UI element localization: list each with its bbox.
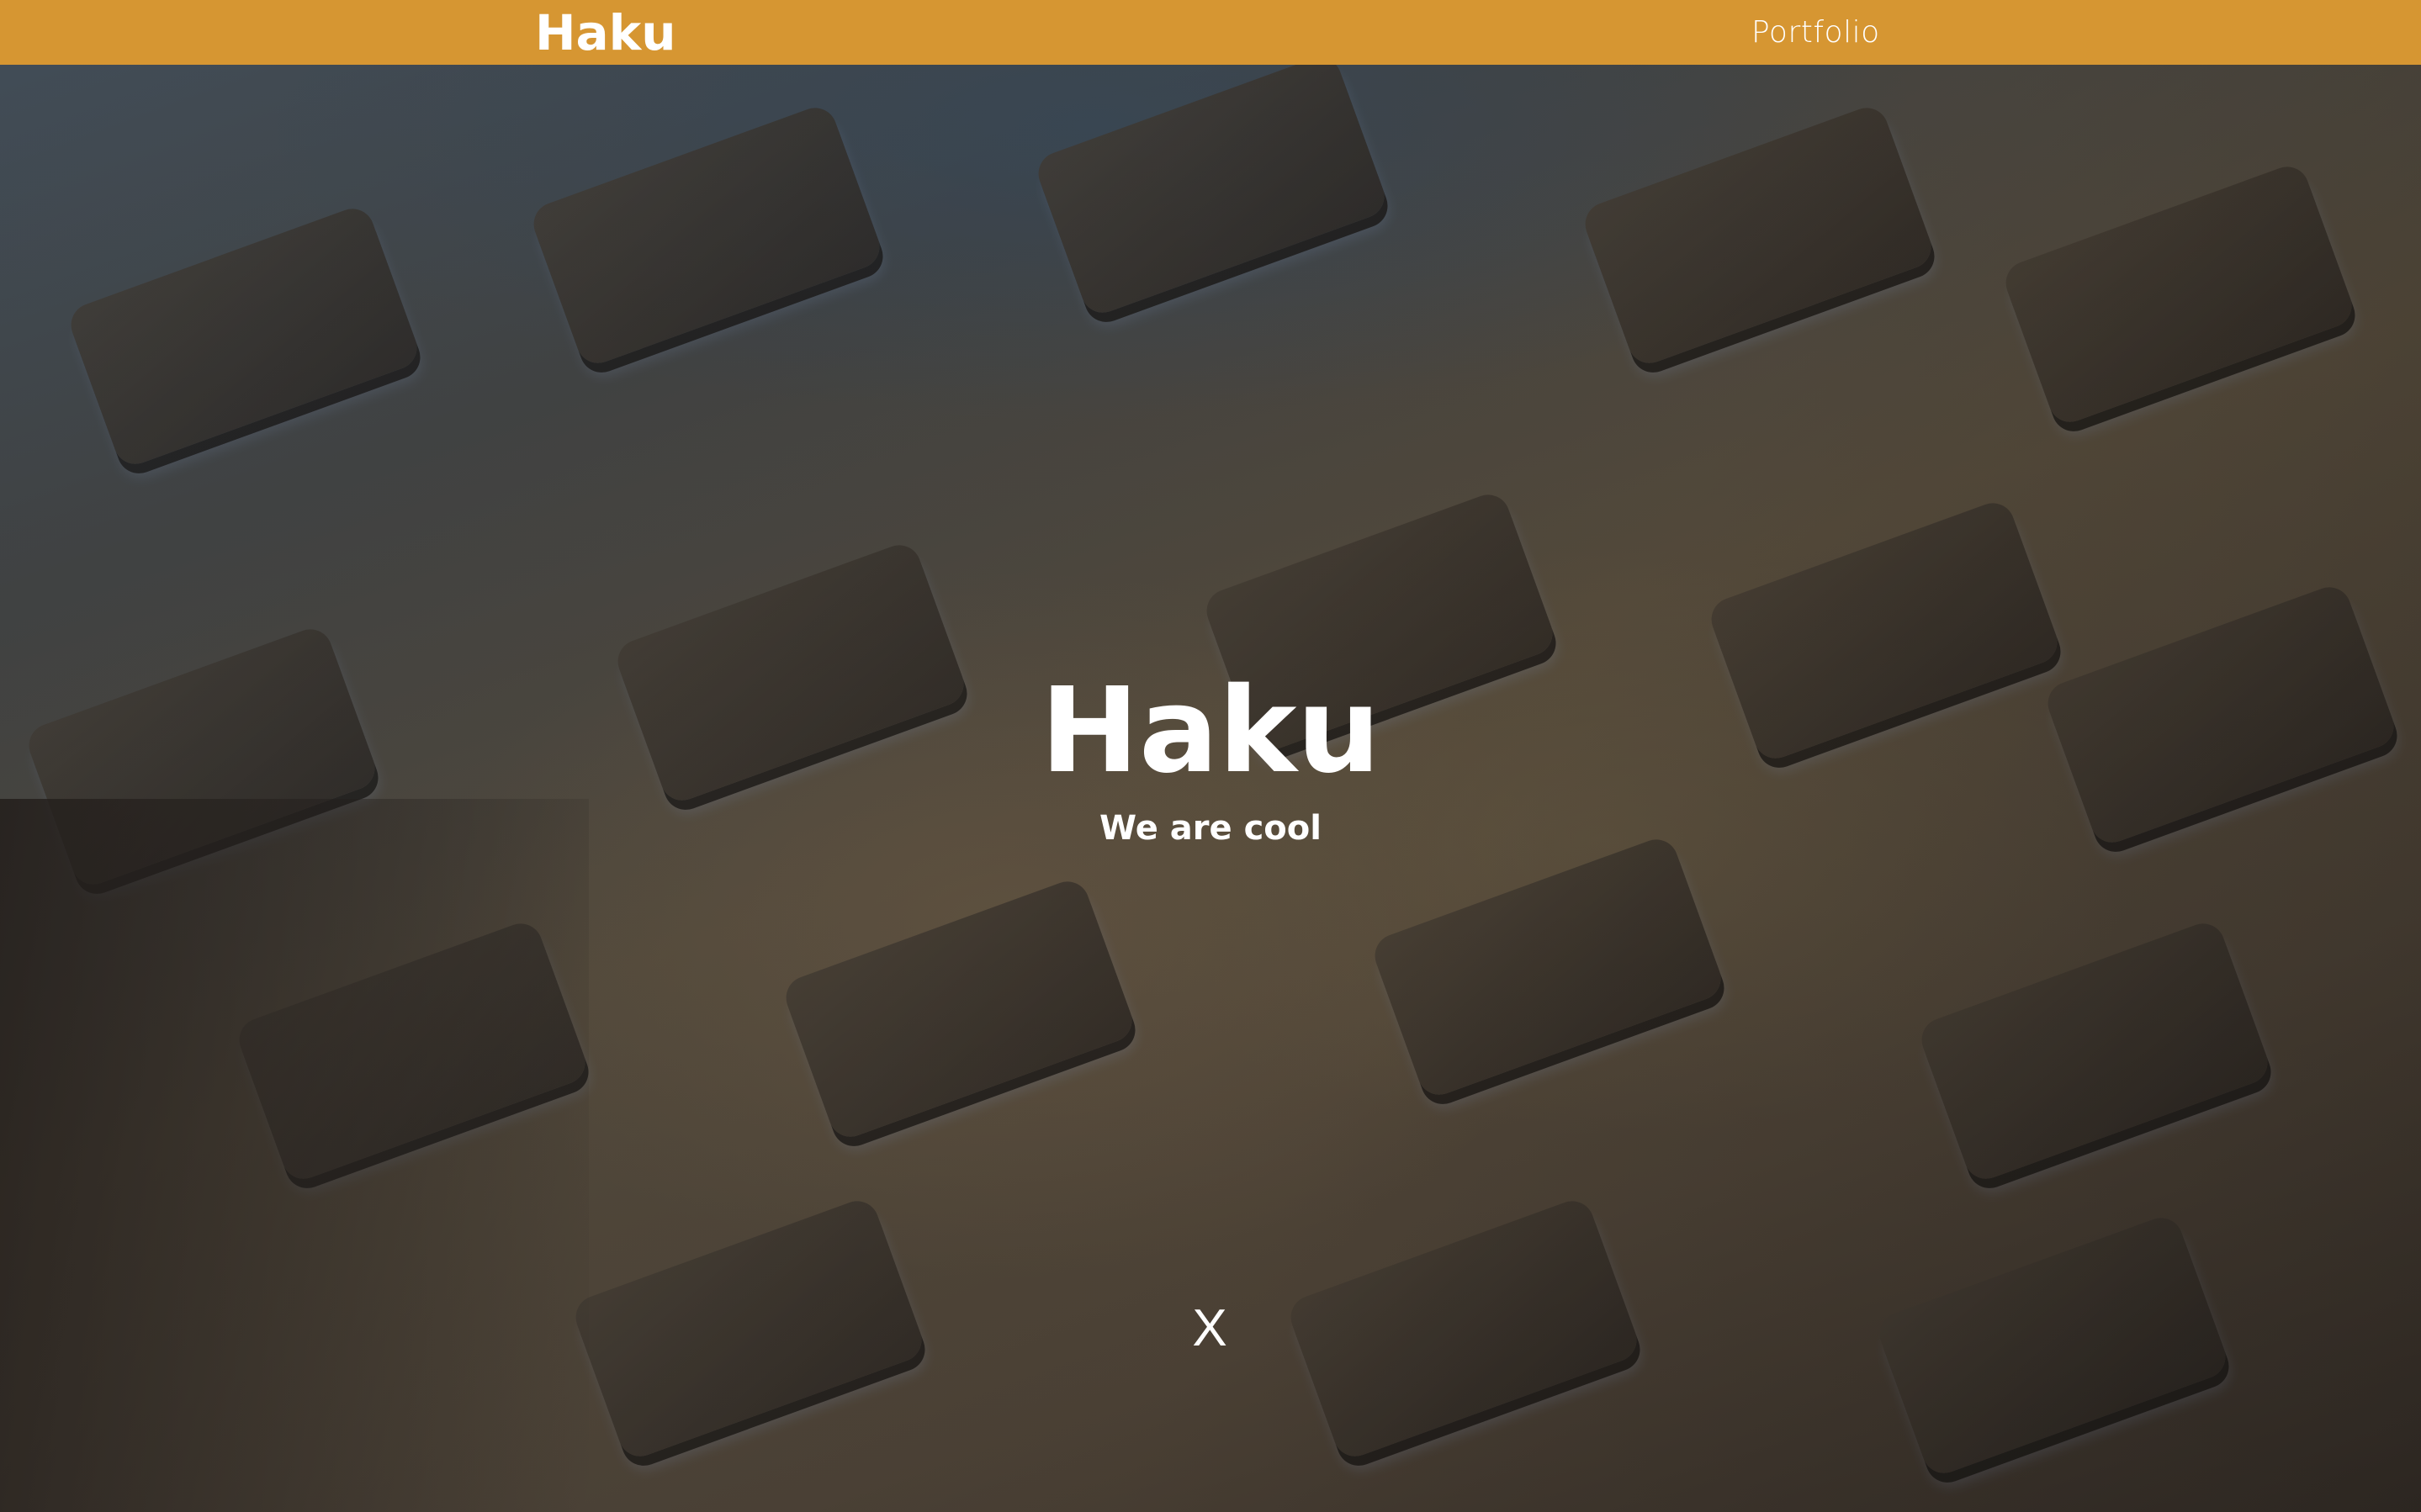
hero-subtitle: We are cool [1099,809,1322,848]
navbar: Haku Portfolio [0,0,2421,65]
nav-link-portfolio[interactable]: Portfolio [1751,12,1880,54]
shadow [0,799,589,1512]
hero-title: Haku [1040,663,1381,800]
logo[interactable]: Haku [535,2,676,64]
close-button[interactable]: X [1184,1299,1235,1358]
